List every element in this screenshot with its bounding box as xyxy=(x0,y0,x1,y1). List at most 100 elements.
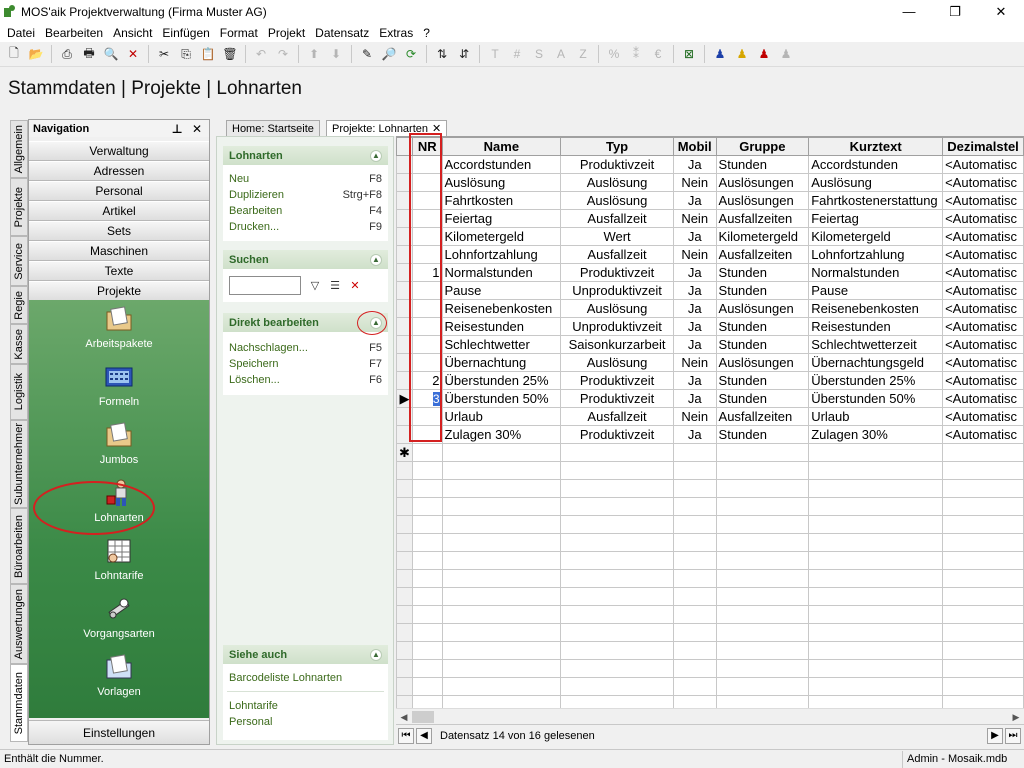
cell-typ[interactable]: Ausfallzeit xyxy=(560,245,674,264)
action-drucken[interactable]: Drucken... F9 xyxy=(223,219,388,235)
delete-doc-icon[interactable]: 🗑 xyxy=(219,43,241,65)
action-duplizieren[interactable]: Duplizieren Strg+F8 xyxy=(223,187,388,203)
cell-mobil[interactable]: Ja xyxy=(672,389,717,408)
table-row[interactable]: Schlechtwetter Saisonkurzarbeit Ja Stunden S… xyxy=(396,335,1024,354)
empty-cell[interactable] xyxy=(411,443,443,462)
maximize-button[interactable]: ❐ xyxy=(932,0,978,23)
scroll-right-icon[interactable]: ▶ xyxy=(1008,709,1024,725)
cell-gruppe[interactable]: Stunden xyxy=(715,371,810,390)
menu-extras[interactable]: Extras xyxy=(374,26,418,40)
cell-gruppe[interactable]: Stunden xyxy=(715,335,810,354)
menu-ansicht[interactable]: Ansicht xyxy=(108,26,157,40)
cell-name[interactable]: Reisestunden xyxy=(441,317,562,336)
cell-mobil[interactable]: Nein xyxy=(672,353,717,372)
next-record-icon[interactable]: ▶ xyxy=(987,727,1003,744)
cell-name[interactable]: Pause xyxy=(441,281,562,300)
cell-mobil[interactable]: Ja xyxy=(672,299,717,318)
action-bearbeiten[interactable]: Bearbeiten F4 xyxy=(223,203,388,219)
cell-name[interactable]: Fahrtkosten xyxy=(441,191,562,210)
s-icon[interactable]: S xyxy=(528,43,550,65)
vtab-service[interactable]: Service xyxy=(10,236,28,286)
redo-icon[interactable]: ↷ xyxy=(272,43,294,65)
percent-icon[interactable]: % xyxy=(603,43,625,65)
filter-list-icon[interactable]: ☰ xyxy=(325,277,345,295)
cell-name[interactable]: Normalstunden xyxy=(441,263,562,282)
copy-icon[interactable]: ⎘ xyxy=(175,43,197,65)
paste-icon[interactable]: 📋 xyxy=(197,43,219,65)
move-down-icon[interactable]: ⬇ xyxy=(325,43,347,65)
table-row[interactable]: ▶ 3 Überstunden 50% Produktivzeit Ja Stunden Ü… xyxy=(396,389,1024,408)
nav-category-adressen[interactable]: Adressen xyxy=(29,161,209,181)
table-row[interactable]: Reisenebenkosten Auslösung Ja Auslösungen Re… xyxy=(396,299,1024,318)
number-icon[interactable]: # xyxy=(506,43,528,65)
cell-mobil[interactable]: Ja xyxy=(672,335,717,354)
zoom-icon[interactable]: 🔎 xyxy=(378,43,400,65)
search-input[interactable] xyxy=(229,276,301,295)
cell-mobil[interactable]: Ja xyxy=(672,425,717,444)
cell-gruppe[interactable]: Ausfallzeiten xyxy=(715,245,810,264)
user-yellow-icon[interactable]: ♟ xyxy=(731,43,753,65)
vtab-subunternehmer[interactable]: Subunternehmer xyxy=(10,420,28,508)
cell-dezimalstellen[interactable]: <Automatisc xyxy=(942,191,1024,210)
cell-typ[interactable]: Unproduktivzeit xyxy=(560,317,674,336)
cell-gruppe[interactable]: Stunden xyxy=(715,425,810,444)
section-header[interactable]: Lohnarten ▲ xyxy=(223,146,388,165)
excel-icon[interactable]: ⊠ xyxy=(678,43,700,65)
vtab-auswertungen[interactable]: Auswertungen xyxy=(10,584,28,664)
cell-name[interactable]: Kilometergeld xyxy=(441,227,562,246)
action-nachschlagen[interactable]: Nachschlagen... F5 xyxy=(223,340,388,356)
cell-kurztext[interactable]: Überstunden 25% xyxy=(808,371,944,390)
cell-kurztext[interactable]: Feiertag xyxy=(808,209,944,228)
previous-record-icon[interactable]: ◀ xyxy=(416,727,432,744)
table-row[interactable]: Übernachtung Auslösung Nein Auslösungen Über… xyxy=(396,353,1024,372)
table-row[interactable]: Feiertag Ausfallzeit Nein Ausfallzeiten Feie… xyxy=(396,209,1024,228)
table-row[interactable]: Lohnfortzahlung Ausfallzeit Nein Ausfallzei… xyxy=(396,245,1024,264)
nav-item-vorgangsarten[interactable]: Vorgangsarten xyxy=(29,594,209,652)
cell-kurztext[interactable]: Urlaub xyxy=(808,407,944,426)
cell-typ[interactable]: Auslösung xyxy=(560,299,674,318)
cell-kurztext[interactable]: Auslösung xyxy=(808,173,944,192)
cell-dezimalstellen[interactable]: <Automatisc xyxy=(942,173,1024,192)
cell-mobil[interactable]: Nein xyxy=(672,173,717,192)
sort-desc-icon[interactable]: ⇵ xyxy=(453,43,475,65)
cell-dezimalstellen[interactable]: <Automatisc xyxy=(942,281,1024,300)
text-icon[interactable]: T xyxy=(484,43,506,65)
cell-typ[interactable]: Saisonkurzarbeit xyxy=(560,335,674,354)
cell-dezimalstellen[interactable]: <Automatisc xyxy=(942,353,1024,372)
cell-typ[interactable]: Wert xyxy=(560,227,674,246)
cell-mobil[interactable]: Ja xyxy=(672,281,717,300)
cell-dezimalstellen[interactable]: <Automatisc xyxy=(942,371,1024,390)
section-header[interactable]: Siehe auch ▲ xyxy=(223,645,388,664)
user-blue-icon[interactable]: ♟ xyxy=(709,43,731,65)
column-header-name[interactable]: Name xyxy=(441,137,562,156)
cell-gruppe[interactable]: Auslösungen xyxy=(715,173,810,192)
cell-mobil[interactable]: Nein xyxy=(672,209,717,228)
first-record-icon[interactable]: ⏮ xyxy=(398,727,414,744)
cell-name[interactable]: Zulagen 30% xyxy=(441,425,562,444)
delete-icon[interactable]: ✕ xyxy=(122,43,144,65)
cell-typ[interactable]: Auslösung xyxy=(560,191,674,210)
link-personal[interactable]: Personal xyxy=(223,714,388,730)
cell-gruppe[interactable]: Stunden xyxy=(715,155,810,174)
menu-datei[interactable]: Datei xyxy=(2,26,40,40)
cell-dezimalstellen[interactable]: <Automatisc xyxy=(942,155,1024,174)
nav-category-artikel[interactable]: Artikel xyxy=(29,201,209,221)
last-record-icon[interactable]: ⏭ xyxy=(1005,727,1021,744)
cell-name[interactable]: Lohnfortzahlung xyxy=(441,245,562,264)
close-button[interactable]: ✕ xyxy=(978,0,1024,23)
new-icon[interactable]: 🗋 xyxy=(3,43,25,65)
cell-gruppe[interactable]: Stunden xyxy=(715,281,810,300)
link-lohntarife[interactable]: Lohntarife xyxy=(223,698,388,714)
cell-mobil[interactable]: Nein xyxy=(672,245,717,264)
cell-kurztext[interactable]: Accordstunden xyxy=(808,155,944,174)
new-row[interactable]: ✱ xyxy=(396,443,1024,462)
cell-kurztext[interactable]: Reisenebenkosten xyxy=(808,299,944,318)
open-icon[interactable]: 📂 xyxy=(25,43,47,65)
filter-icon[interactable]: ▽ xyxy=(305,277,325,295)
edit-icon[interactable]: ✎ xyxy=(356,43,378,65)
cell-dezimalstellen[interactable]: <Automatisc xyxy=(942,299,1024,318)
cell-mobil[interactable]: Nein xyxy=(672,407,717,426)
cell-dezimalstellen[interactable]: <Automatisc xyxy=(942,209,1024,228)
cell-name[interactable]: Überstunden 25% xyxy=(441,371,562,390)
column-header-kurztext[interactable]: Kurztext xyxy=(808,137,944,156)
